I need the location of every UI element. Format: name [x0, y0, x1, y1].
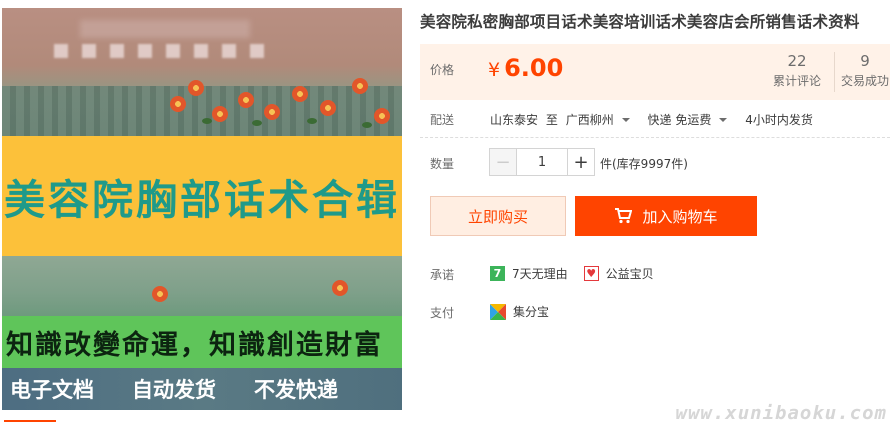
promise-item-return[interactable]: 7天无理由 [512, 265, 568, 282]
roof-eaves [2, 86, 402, 136]
flower-decoration [188, 80, 204, 96]
stat-divider [834, 52, 835, 92]
banner-text: 美容院胸部话术合辑 [4, 176, 400, 224]
payment-method-name: 集分宝 [513, 305, 550, 319]
flower-decoration [170, 96, 186, 112]
flower-decoration [320, 100, 336, 116]
flower-decoration [264, 104, 280, 120]
product-main-image[interactable]: 美容院胸部话术合辑 知識改變命運，知識創造財富 电子文档 自动发货 不发快递 [2, 8, 402, 410]
promise-label: 承诺 [430, 268, 455, 282]
image-tag: 不发快递 [254, 377, 338, 402]
section-divider [420, 137, 890, 139]
ship-dispatch-time: 4小时内发货 [745, 113, 813, 127]
add-to-cart-button[interactable]: 加入购物车 [575, 196, 757, 236]
slogan-text: 知識改變命運，知識創造財富 [6, 329, 383, 361]
flower-decoration [374, 108, 390, 124]
stock-info: 件(库存9997件) [600, 157, 688, 171]
flower-decoration [352, 78, 368, 94]
deal-count-label: 交易成功 [840, 74, 889, 88]
price-amount: 6.00 [504, 54, 564, 82]
shopping-cart-icon [615, 208, 633, 224]
ship-method-select[interactable]: 快递 免运费 [648, 113, 738, 127]
image-top-scene [2, 8, 402, 136]
deal-count-stat: 9 交易成功 [836, 52, 893, 89]
quantity-increase-button[interactable]: + [567, 148, 595, 176]
flower-decoration [292, 86, 308, 102]
chevron-down-icon [719, 117, 728, 122]
currency-symbol: ¥ [488, 59, 501, 81]
image-tag: 电子文档 [10, 377, 94, 402]
promise-list: 7 7天无理由 ♥ 公益宝贝 [490, 265, 654, 282]
flower-decoration [238, 92, 254, 108]
site-watermark: www.xunibaoku.com [675, 402, 887, 424]
jifenbao-icon [490, 303, 506, 320]
ship-origin: 山东泰安 [490, 113, 539, 127]
quantity-decrease-button[interactable]: − [489, 148, 517, 176]
deal-count: 9 [860, 52, 870, 70]
shipping-label: 配送 [430, 113, 455, 127]
review-count-label: 累计评论 [772, 74, 821, 88]
image-middle-scene [2, 256, 402, 316]
ship-destination-select[interactable]: 广西柳州 [566, 113, 640, 127]
flower-decoration [212, 106, 228, 122]
image-tag: 自动发货 [132, 377, 216, 402]
chevron-down-icon [621, 117, 630, 122]
price-value: ¥6.00 [488, 54, 563, 82]
image-tag-strip: 电子文档 自动发货 不发快递 [2, 368, 402, 410]
quantity-input[interactable]: 1 [517, 148, 567, 176]
quantity-stepper: − 1 + [489, 148, 595, 176]
review-count-stat[interactable]: 22 累计评论 [768, 52, 826, 89]
product-title: 美容院私密胸部项目话术美容培训话术美容店会所销售话术资料 [420, 13, 860, 31]
payment-label: 支付 [430, 306, 455, 320]
buy-now-button[interactable]: 立即购买 [430, 196, 566, 236]
review-count: 22 [787, 52, 807, 70]
price-label: 价格 [430, 63, 455, 77]
shipping-info: 山东泰安 至 广西柳州 快递 免运费 4小时内发货 [490, 111, 817, 128]
promise-item-charity[interactable]: 公益宝贝 [606, 265, 654, 282]
payment-method: 集分宝 [490, 303, 549, 320]
image-title-banner: 美容院胸部话术合辑 [2, 136, 402, 256]
quantity-label: 数量 [430, 157, 455, 171]
ship-to: 至 [545, 113, 558, 127]
price-panel: 价格 ¥6.00 22 累计评论 9 交易成功 [420, 44, 890, 100]
thumbnail-indicator[interactable] [4, 420, 56, 422]
image-slogan-strip: 知識改變命運，知識創造財富 [2, 316, 402, 368]
charity-heart-icon: ♥ [583, 266, 599, 281]
seven-day-return-icon: 7 [490, 266, 505, 281]
